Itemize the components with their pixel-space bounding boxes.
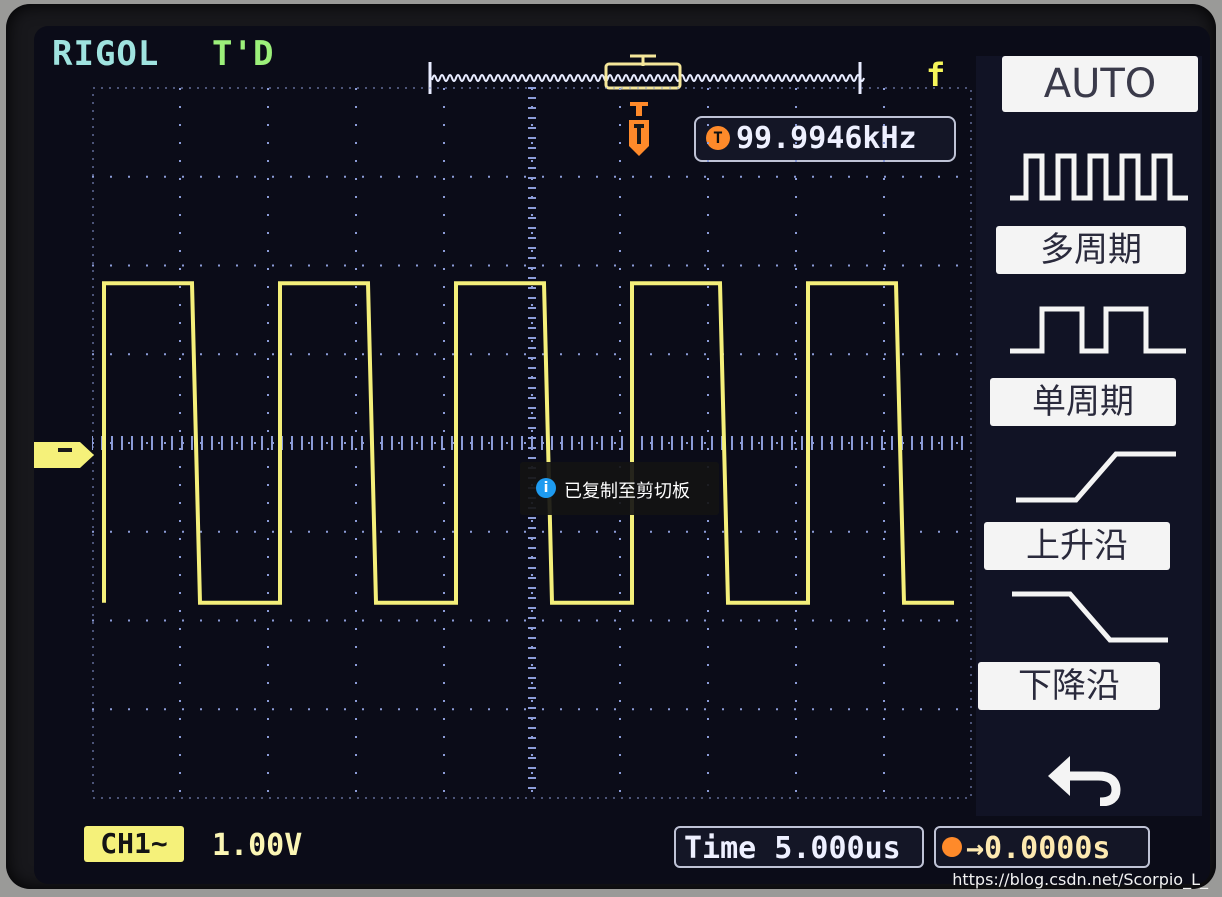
channel-1-badge[interactable]: CH1~ [84,826,184,862]
mode-auto-button[interactable]: AUTO [1002,56,1198,112]
multi-period-wave-icon [1010,153,1188,201]
single-period-button[interactable]: 单周期 [990,378,1176,426]
falling-edge-icon [1012,591,1168,643]
copied-toast: i 已复制至剪切板 [520,462,719,515]
channel-1-ground-marker-icon [34,442,94,468]
trigger-menu: AUTO 多周期 单周期 上升沿 下降沿 [976,56,1202,816]
source-watermark: https://blog.csdn.net/Scorpio_L_ [952,870,1208,889]
timebase-readout: Time 5.000us [674,826,924,868]
trigger-offset-readout: →0.0000s [934,826,1150,868]
waveform-graticule [92,87,972,799]
single-period-wave-icon [1010,306,1186,354]
volts-per-div: 1.00V [212,828,303,863]
rising-edge-icon [1016,451,1176,503]
toast-message: 已复制至剪切板 [564,481,690,502]
oscilloscope-bezel: RIGOL T'D f T 99.9946kHz AUTO 多周期 单周期 上升… [6,4,1216,889]
trigger-offset-value: →0.0000s [966,831,1111,866]
trigger-status: T'D [212,34,274,74]
rising-edge-button[interactable]: 上升沿 [984,522,1170,570]
info-icon: i [536,478,556,498]
multi-period-button[interactable]: 多周期 [996,226,1186,274]
oscilloscope-screen: RIGOL T'D f T 99.9946kHz AUTO 多周期 单周期 上升… [34,26,1210,884]
return-arrow-icon[interactable] [1042,746,1126,806]
brand-label: RIGOL [52,34,160,74]
trigger-offset-icon [942,837,962,857]
falling-edge-button[interactable]: 下降沿 [978,662,1160,710]
